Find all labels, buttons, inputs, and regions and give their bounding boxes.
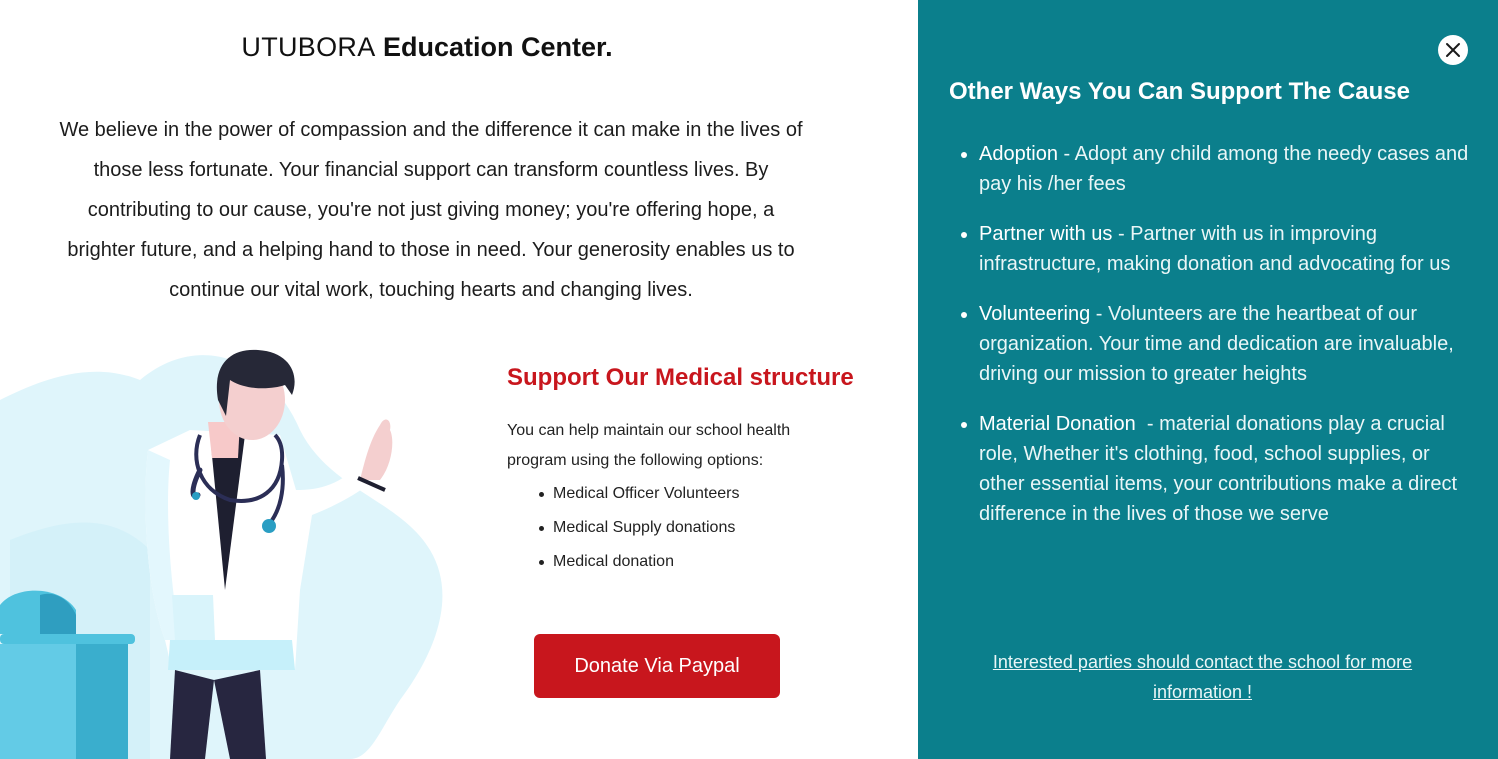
list-item: Adoption - Adopt any child among the nee… — [961, 139, 1469, 199]
way-separator: - — [1112, 223, 1131, 245]
medical-support-description: You can help maintain our school health … — [507, 422, 791, 469]
intro-paragraph: We believe in the power of compassion an… — [59, 119, 803, 301]
list-item: Partner with us - Partner with us in imp… — [961, 219, 1469, 279]
way-term: Adoption — [979, 143, 1058, 165]
close-button[interactable] — [1438, 35, 1468, 65]
donate-paypal-button[interactable]: Donate Via Paypal — [534, 634, 780, 698]
donation-main-panel: UTUBORA Education Center. We believe in … — [0, 0, 918, 759]
way-term: Partner with us — [979, 223, 1113, 245]
way-separator: - — [1135, 413, 1160, 435]
list-item: Volunteering - Volunteers are the heartb… — [961, 299, 1469, 389]
way-separator: - — [1090, 303, 1108, 325]
support-sidebar: Other Ways You Can Support The Cause Ado… — [918, 0, 1498, 759]
list-item: Material Donation - material donations p… — [961, 409, 1469, 529]
support-ways-list: Adoption - Adopt any child among the nee… — [961, 139, 1469, 549]
list-item: Medical donation — [538, 548, 739, 582]
contact-school-link[interactable]: Interested parties should contact the sc… — [949, 647, 1456, 707]
list-item: Medical Supply donations — [538, 514, 739, 548]
doctor-illustration — [0, 349, 443, 759]
way-term: Material Donation — [979, 413, 1136, 435]
medical-options-list: Medical Officer Volunteers Medical Suppl… — [538, 480, 739, 582]
way-term: Volunteering — [979, 303, 1091, 325]
medical-support-title: Support Our Medical structure — [507, 364, 854, 391]
brand-name: UTUBORA — [241, 32, 376, 62]
page-title: UTUBORA Education Center. — [0, 32, 854, 63]
close-icon — [1446, 43, 1460, 57]
list-item: Medical Officer Volunteers — [538, 480, 739, 514]
title-rest: Education Center. — [383, 32, 613, 62]
way-separator: - — [1057, 143, 1075, 165]
sidebar-title: Other Ways You Can Support The Cause — [949, 78, 1410, 105]
